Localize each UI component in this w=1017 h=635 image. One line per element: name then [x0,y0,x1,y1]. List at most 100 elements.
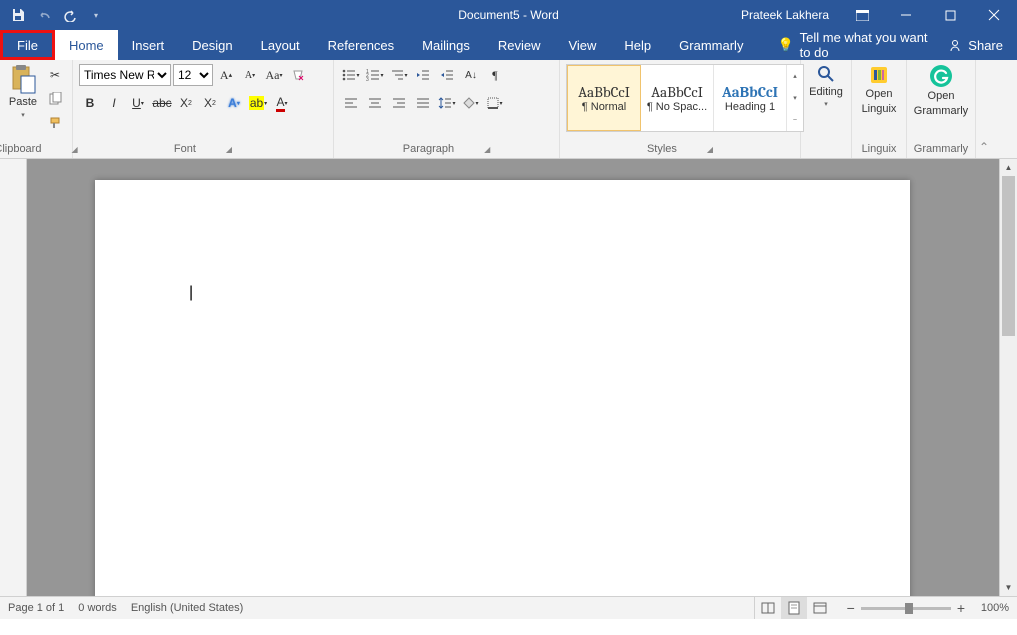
shading-button[interactable]: ▾ [460,92,482,114]
page[interactable]: | [95,180,910,596]
group-editing: Editing ▾ [801,60,852,158]
change-case-button[interactable]: Aa▾ [263,64,285,86]
open-grammarly-button[interactable]: Open Grammarly [913,64,969,118]
maximize-icon[interactable] [929,0,971,30]
group-linguix: Open Linguix Linguix [852,60,907,158]
close-icon[interactable] [973,0,1015,30]
tab-grammarly[interactable]: Grammarly [665,30,757,60]
tab-design[interactable]: Design [178,30,246,60]
svg-text:3: 3 [366,77,369,81]
justify-button[interactable] [412,92,434,114]
zoom-out-button[interactable]: − [847,600,855,616]
clear-formatting-button[interactable] [287,64,309,86]
zoom-in-button[interactable]: + [957,600,965,616]
cut-button[interactable]: ✂ [44,64,66,86]
style-normal[interactable]: AaBbCcI ¶ Normal [567,65,641,131]
tab-layout[interactable]: Layout [247,30,314,60]
sort-button[interactable]: A↓ [460,64,482,86]
styles-gallery[interactable]: AaBbCcI ¶ Normal AaBbCcI ¶ No Spac... Aa… [566,64,804,132]
tab-mailings[interactable]: Mailings [408,30,484,60]
scroll-thumb[interactable] [1002,176,1015,336]
underline-button[interactable]: U▾ [127,92,149,114]
share-button[interactable]: Share [934,30,1017,60]
lightbulb-icon: 💡 [777,37,793,53]
open-linguix-button[interactable]: Open Linguix [858,64,900,116]
web-layout-icon[interactable] [807,597,833,619]
align-left-button[interactable] [340,92,362,114]
tell-me-label: Tell me what you want to do [800,30,935,60]
format-painter-button[interactable] [44,112,66,134]
collapse-ribbon-icon[interactable]: ⌃ [976,60,992,158]
tab-view[interactable]: View [554,30,610,60]
status-words[interactable]: 0 words [78,602,117,614]
subscript-button[interactable]: X2 [175,92,197,114]
style-heading1[interactable]: AaBbCcI Heading 1 [714,65,787,131]
status-language[interactable]: English (United States) [131,602,244,614]
qat-more-icon[interactable]: ▾ [84,3,108,27]
paragraph-caption: Paragraph [403,143,454,155]
grow-font-button[interactable]: A▴ [215,64,237,86]
share-icon [948,38,962,52]
title-bar: ▾ Document5 - Word Prateek Lakhera [0,0,1017,30]
tab-home[interactable]: Home [55,30,118,60]
save-icon[interactable] [6,3,30,27]
user-name[interactable]: Prateek Lakhera [731,8,839,22]
highlight-button[interactable]: ab▾ [247,92,269,114]
copy-button[interactable] [44,88,66,110]
scroll-track[interactable] [1000,176,1017,579]
shrink-font-button[interactable]: A▾ [239,64,261,86]
tab-help[interactable]: Help [610,30,665,60]
scroll-up-icon[interactable]: ▲ [1000,159,1017,176]
zoom-slider[interactable] [861,607,951,610]
font-size-combo[interactable]: 12 [173,64,213,86]
read-mode-icon[interactable] [755,597,781,619]
align-right-button[interactable] [388,92,410,114]
view-buttons [754,597,833,619]
linguix-icon [868,64,890,86]
superscript-button[interactable]: X2 [199,92,221,114]
styles-dialog-launcher[interactable]: ◢ [707,145,713,154]
vertical-ruler[interactable] [0,159,27,596]
align-center-button[interactable] [364,92,386,114]
paste-button[interactable]: Paste ▾ [6,64,40,120]
multilevel-list-button[interactable]: ▾ [388,64,410,86]
bold-button[interactable]: B [79,92,101,114]
status-page[interactable]: Page 1 of 1 [8,602,64,614]
group-paragraph: ▾ 123▾ ▾ A↓ ¶ ▾ ▾ ▾ Paragraph ◢ [334,60,560,158]
document-viewport[interactable]: | [27,159,999,596]
line-spacing-button[interactable]: ▾ [436,92,458,114]
decrease-indent-button[interactable] [412,64,434,86]
tell-me-search[interactable]: 💡 Tell me what you want to do [777,30,934,60]
show-marks-button[interactable]: ¶ [484,64,506,86]
increase-indent-button[interactable] [436,64,458,86]
zoom-control: − + 100% [847,600,1009,616]
text-effects-button[interactable]: A▾ [223,92,245,114]
style-no-spacing[interactable]: AaBbCcI ¶ No Spac... [641,65,714,131]
strikethrough-button[interactable]: abc [151,92,173,114]
vertical-scrollbar[interactable]: ▲ ▼ [999,159,1017,596]
grammarly-caption: Grammarly [914,143,968,155]
zoom-level[interactable]: 100% [971,602,1009,614]
undo-icon[interactable] [32,3,56,27]
font-color-button[interactable]: A▾ [271,92,293,114]
window-title: Document5 - Word [458,8,558,22]
paragraph-dialog-launcher[interactable]: ◢ [484,145,490,154]
editing-button[interactable]: Editing ▾ [807,64,845,110]
ribbon-display-icon[interactable] [841,0,883,30]
tab-file[interactable]: File [0,30,55,60]
zoom-handle[interactable] [905,603,913,614]
styles-caption: Styles [647,143,677,155]
numbering-button[interactable]: 123▾ [364,64,386,86]
minimize-icon[interactable] [885,0,927,30]
tab-references[interactable]: References [314,30,408,60]
tab-insert[interactable]: Insert [118,30,179,60]
borders-button[interactable]: ▾ [484,92,506,114]
print-layout-icon[interactable] [781,597,807,619]
font-dialog-launcher[interactable]: ◢ [226,145,232,154]
bullets-button[interactable]: ▾ [340,64,362,86]
italic-button[interactable]: I [103,92,125,114]
tab-review[interactable]: Review [484,30,555,60]
scroll-down-icon[interactable]: ▼ [1000,579,1017,596]
redo-icon[interactable] [58,3,82,27]
font-name-combo[interactable]: Times New Ro [79,64,171,86]
